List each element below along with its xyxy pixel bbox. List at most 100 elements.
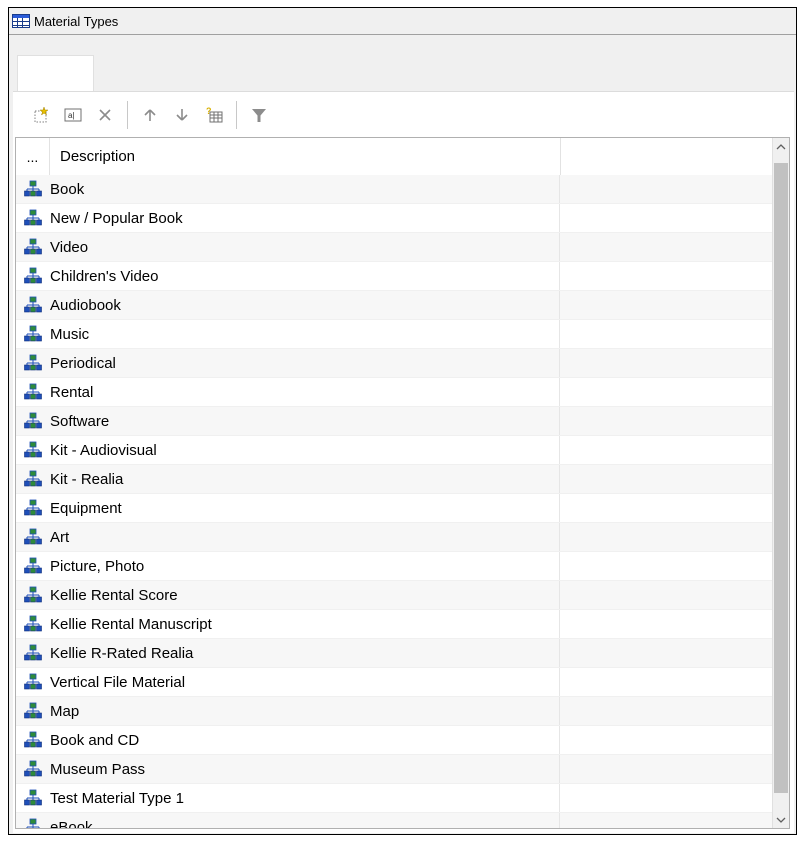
rename-icon: a| [64, 108, 82, 121]
hierarchy-icon [16, 639, 49, 667]
empty-cell [560, 349, 773, 377]
table-row[interactable]: Audiobook [16, 291, 773, 320]
empty-cell [560, 813, 773, 828]
empty-cell [560, 610, 773, 638]
table-row[interactable]: Video [16, 233, 773, 262]
material-types-grid: ... Description Book New / Popular Book Vi… [15, 137, 790, 829]
scrollbar-thumb[interactable] [774, 163, 788, 793]
table-row[interactable]: Book and CD [16, 726, 773, 755]
description-cell[interactable]: Picture, Photo [49, 552, 560, 580]
new-from-template-button[interactable]: ? [202, 103, 226, 127]
table-row[interactable]: Rental [16, 378, 773, 407]
table-row[interactable]: Kellie R-Rated Realia [16, 639, 773, 668]
hierarchy-icon [16, 378, 49, 406]
hierarchy-icon [16, 204, 49, 232]
empty-cell [560, 175, 773, 203]
empty-cell [560, 436, 773, 464]
new-from-template-icon: ? [206, 106, 223, 122]
new-record-button[interactable] [29, 103, 53, 127]
hierarchy-icon [16, 668, 49, 696]
grid-body: Book New / Popular Book Video Children's Vi… [16, 175, 773, 828]
description-cell[interactable]: Test Material Type 1 [49, 784, 560, 812]
content-panel: a| ? ... Description Book New / Popular … [13, 91, 794, 833]
description-cell[interactable]: Book [49, 175, 560, 203]
rename-button[interactable]: a| [61, 103, 85, 127]
description-cell[interactable]: Video [49, 233, 560, 261]
empty-cell [560, 639, 773, 667]
table-row[interactable]: Test Material Type 1 [16, 784, 773, 813]
description-cell[interactable]: Map [49, 697, 560, 725]
description-cell[interactable]: Music [49, 320, 560, 348]
table-row[interactable]: New / Popular Book [16, 204, 773, 233]
table-row[interactable]: eBook [16, 813, 773, 828]
empty-cell [560, 755, 773, 783]
description-cell[interactable]: Periodical [49, 349, 560, 377]
empty-cell [560, 552, 773, 580]
table-row[interactable]: Music [16, 320, 773, 349]
material-types-window: Material Types a| ? ... Description Book… [8, 7, 797, 835]
description-cell[interactable]: eBook [49, 813, 560, 828]
table-row[interactable]: Museum Pass [16, 755, 773, 784]
description-cell[interactable]: Kellie Rental Manuscript [49, 610, 560, 638]
toolbar: a| ? [13, 92, 794, 137]
table-row[interactable]: Children's Video [16, 262, 773, 291]
toolbar-separator [127, 100, 128, 129]
table-row[interactable]: Book [16, 175, 773, 204]
table-row[interactable]: Vertical File Material [16, 668, 773, 697]
empty-cell [560, 262, 773, 290]
description-cell[interactable]: Rental [49, 378, 560, 406]
description-cell[interactable]: New / Popular Book [49, 204, 560, 232]
description-cell[interactable]: Kit - Audiovisual [49, 436, 560, 464]
description-cell[interactable]: Software [49, 407, 560, 435]
move-up-icon [144, 108, 156, 121]
hierarchy-icon [16, 320, 49, 348]
table-row[interactable]: Kellie Rental Manuscript [16, 610, 773, 639]
table-row[interactable]: Art [16, 523, 773, 552]
table-row[interactable]: Kit - Audiovisual [16, 436, 773, 465]
empty-cell [560, 581, 773, 609]
description-cell[interactable]: Kit - Realia [49, 465, 560, 493]
hierarchy-icon [16, 349, 49, 377]
description-cell[interactable]: Kellie Rental Score [49, 581, 560, 609]
vertical-scrollbar[interactable] [772, 138, 789, 828]
description-cell[interactable]: Equipment [49, 494, 560, 522]
grid-header: ... Description [16, 138, 773, 176]
table-row[interactable]: Equipment [16, 494, 773, 523]
description-cell[interactable]: Children's Video [49, 262, 560, 290]
title-bar: Material Types [9, 8, 796, 35]
scroll-down-button[interactable] [773, 811, 789, 828]
hierarchy-icon [16, 755, 49, 783]
chevron-down-icon [776, 817, 786, 823]
move-down-button[interactable] [170, 103, 194, 127]
move-down-icon [176, 108, 188, 121]
table-row[interactable]: Picture, Photo [16, 552, 773, 581]
filter-button[interactable] [247, 103, 271, 127]
empty-cell [560, 378, 773, 406]
hierarchy-icon [16, 175, 49, 203]
table-row[interactable]: Periodical [16, 349, 773, 378]
hierarchy-icon [16, 552, 49, 580]
delete-button[interactable] [93, 103, 117, 127]
description-cell[interactable]: Museum Pass [49, 755, 560, 783]
table-row[interactable]: Software [16, 407, 773, 436]
table-row[interactable]: Kellie Rental Score [16, 581, 773, 610]
chevron-up-icon [776, 143, 786, 149]
description-cell[interactable]: Audiobook [49, 291, 560, 319]
hierarchy-icon [16, 262, 49, 290]
tab-blank[interactable] [17, 55, 94, 91]
empty-cell [560, 523, 773, 551]
hierarchy-icon [16, 610, 49, 638]
table-row[interactable]: Kit - Realia [16, 465, 773, 494]
description-cell[interactable]: Kellie R-Rated Realia [49, 639, 560, 667]
description-cell[interactable]: Vertical File Material [49, 668, 560, 696]
move-up-button[interactable] [138, 103, 162, 127]
scroll-up-button[interactable] [773, 138, 789, 155]
empty-cell [560, 407, 773, 435]
table-row[interactable]: Map [16, 697, 773, 726]
hierarchy-icon [16, 726, 49, 754]
empty-column-header [561, 138, 773, 175]
description-column-header[interactable]: Description [50, 138, 561, 175]
description-cell[interactable]: Book and CD [49, 726, 560, 754]
description-cell[interactable]: Art [49, 523, 560, 551]
row-selector-header[interactable]: ... [16, 138, 50, 175]
